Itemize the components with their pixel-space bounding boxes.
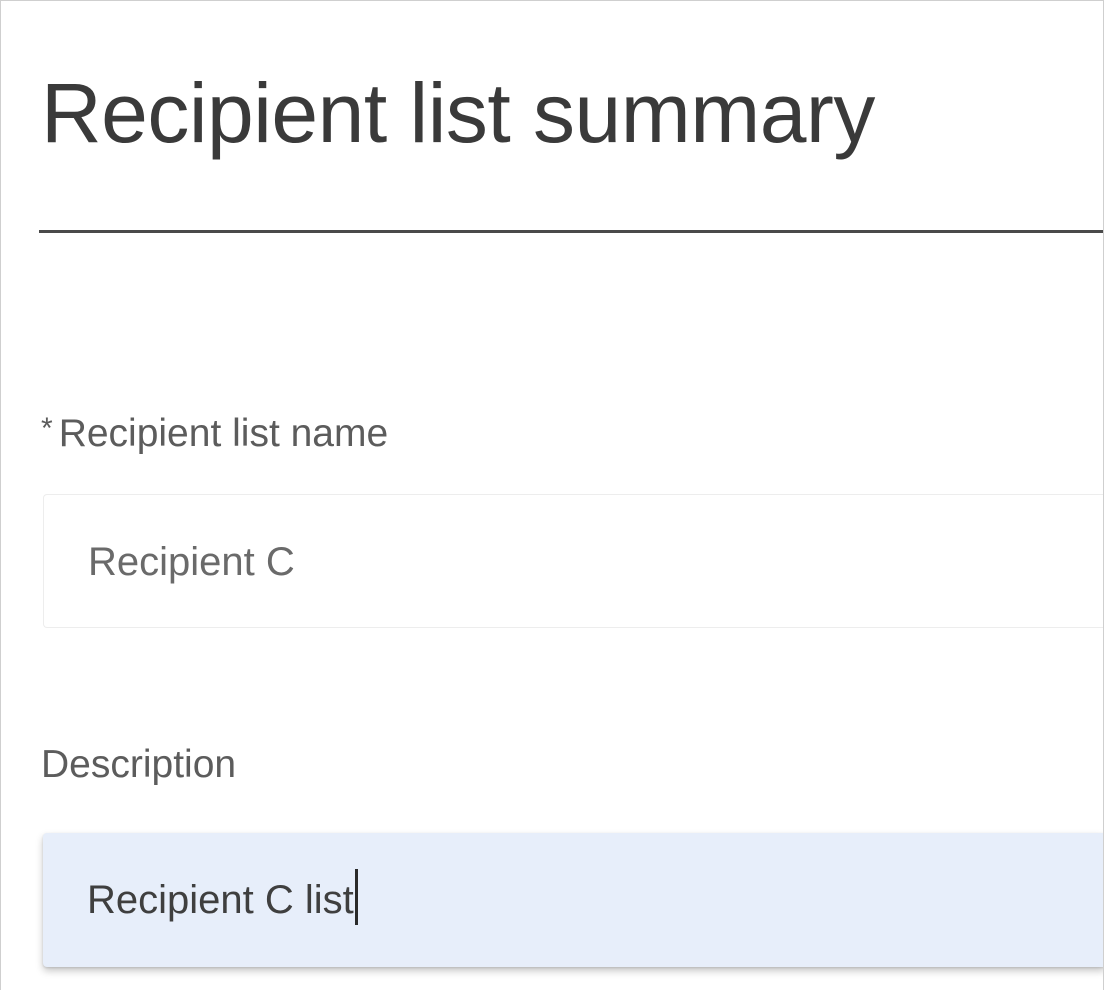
recipient-list-name-input[interactable]: Recipient C	[43, 494, 1103, 628]
description-input[interactable]: Recipient C list	[43, 833, 1103, 967]
recipient-list-name-value: Recipient C	[88, 540, 295, 584]
page-title: Recipient list summary	[41, 66, 875, 160]
recipient-list-name-label-text: Recipient list name	[58, 412, 389, 455]
required-indicator: *	[41, 412, 53, 445]
title-divider	[39, 230, 1103, 233]
description-label: Description	[41, 743, 237, 786]
recipient-list-name-label: * Recipient list name	[41, 405, 388, 458]
text-cursor	[354, 869, 358, 925]
recipient-list-summary-panel: Recipient list summary * Recipient list n…	[0, 0, 1104, 990]
description-value: Recipient C list	[87, 878, 354, 922]
